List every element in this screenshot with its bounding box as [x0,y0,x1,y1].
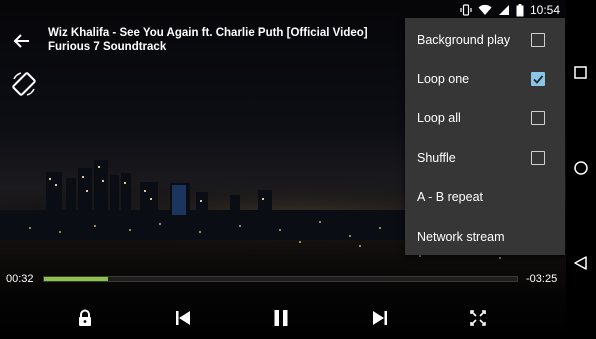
status-bar: 10:54 [460,0,566,20]
menu-item-network-stream[interactable]: Network stream [405,217,565,256]
status-time: 10:54 [529,3,560,17]
menu-item-label: Loop all [417,110,461,125]
vibrate-icon [460,4,472,16]
menu-item-loop-one[interactable]: Loop one [405,59,565,98]
battery-icon [516,3,524,16]
previous-icon[interactable] [175,309,191,327]
menu-item-label: Loop one [417,71,470,86]
menu-item-shuffle[interactable]: Shuffle [405,138,565,177]
menu-item-label: Network stream [417,229,505,244]
background-play-checkbox[interactable] [531,32,545,47]
remaining-time: -03:25 [526,273,558,285]
next-icon[interactable] [372,309,388,327]
video-player-screen: 10:54 Wiz Khalifa - See You Again ft. Ch… [0,0,596,339]
shuffle-checkbox[interactable] [531,150,545,165]
back-nav-icon[interactable] [573,255,589,271]
home-icon[interactable] [573,160,589,176]
fullscreen-icon[interactable] [470,309,486,327]
lock-icon[interactable] [77,309,93,327]
back-arrow-icon[interactable] [12,31,32,51]
signal-icon [498,5,509,15]
wifi-icon [478,4,492,15]
menu-item-background-play[interactable]: Background play [405,20,565,59]
seek-progress [44,277,108,281]
screen-rotate-icon[interactable] [10,70,38,98]
menu-item-label: A - B repeat [417,189,484,204]
loop-all-checkbox[interactable] [531,110,545,125]
seek-bar[interactable] [43,276,518,282]
menu-item-label: Shuffle [417,150,456,165]
menu-item-ab-repeat[interactable]: A - B repeat [405,177,565,216]
recents-icon[interactable] [573,65,589,81]
options-menu: Background play Loop one Loop all Shuffl… [405,18,565,255]
menu-item-loop-all[interactable]: Loop all [405,98,565,137]
navigation-bar [566,0,596,339]
loop-one-checkbox[interactable] [531,71,545,86]
menu-item-label: Background play [417,32,511,47]
video-title: Wiz Khalifa - See You Again ft. Charlie … [48,27,368,53]
elapsed-time: 00:32 [6,273,34,285]
checkmark-icon [533,74,544,84]
pause-icon[interactable] [273,309,289,327]
